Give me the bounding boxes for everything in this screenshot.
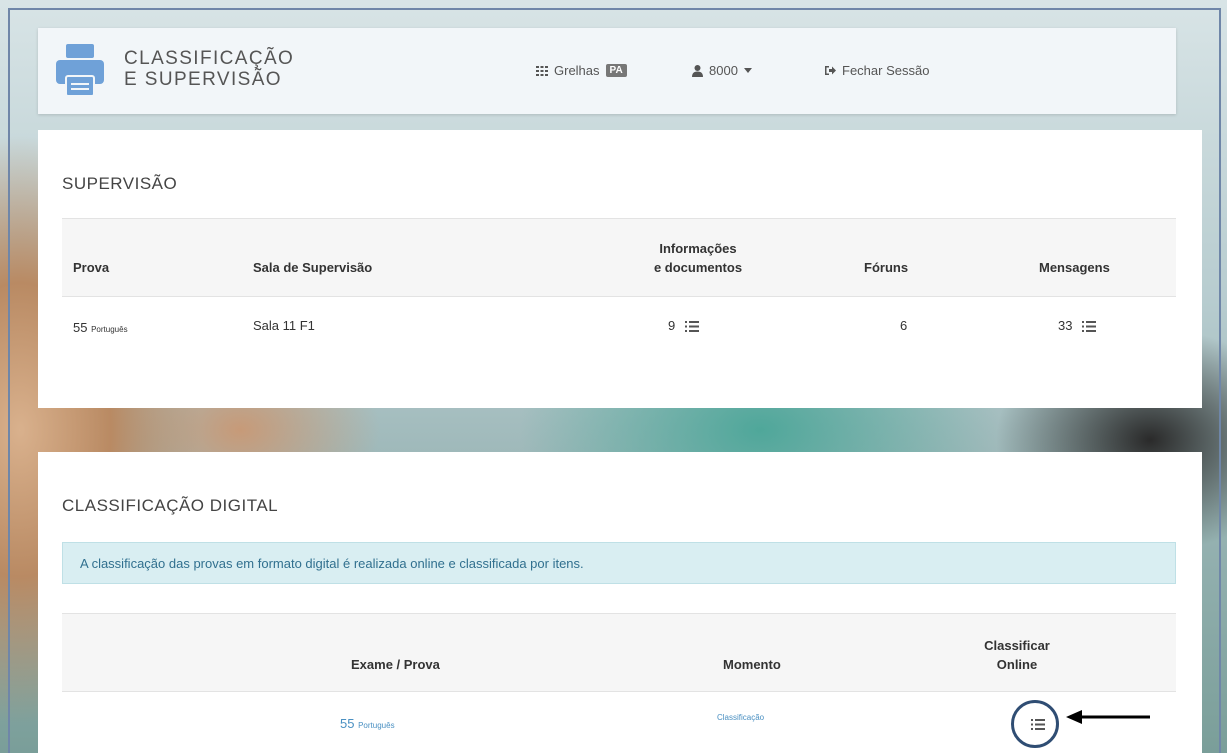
exame-name: Português	[358, 721, 395, 730]
mensagens-count: 33	[1058, 318, 1073, 333]
user-icon	[692, 64, 703, 77]
nav-logout-label: Fechar Sessão	[842, 63, 930, 78]
col-exame-prova: Exame / Prova	[351, 657, 440, 672]
nav-grelhas-label: Grelhas	[554, 63, 600, 78]
annotation-arrow-icon	[1066, 710, 1150, 724]
digital-title: CLASSIFICAÇÃO DIGITAL	[62, 496, 279, 515]
col-informacoes-line2: e documentos	[653, 260, 743, 275]
list-icon[interactable]	[1082, 321, 1097, 333]
supervisao-title: SUPERVISÃO	[62, 174, 178, 193]
info-count: 9	[668, 318, 676, 333]
row-foruns[interactable]: 6	[900, 318, 907, 333]
caret-down-icon	[743, 68, 752, 73]
row-prova: 55 Português	[73, 320, 128, 335]
supervisao-panel: SUPERVISÃO Prova Sala de Supervisão Info…	[38, 130, 1202, 408]
prova-code: 55	[73, 320, 88, 335]
col-prova: Prova	[73, 260, 110, 275]
supervisao-table-header	[62, 219, 1176, 297]
pa-badge: PA	[605, 64, 627, 77]
sign-out-icon	[825, 66, 836, 75]
momento-link[interactable]: Classificação	[717, 713, 764, 722]
col-informacoes-line1: Informações	[659, 241, 737, 256]
row-informacoes[interactable]: 9	[668, 318, 699, 333]
col-informacoes: Informações e documentos	[638, 239, 758, 277]
col-mensagens: Mensagens	[1039, 260, 1110, 275]
printer-logo-icon[interactable]	[54, 42, 106, 98]
col-classificar-online: Classificar Online	[978, 636, 1056, 674]
exame-link[interactable]: 55 Português	[340, 716, 395, 731]
divider	[62, 691, 1176, 692]
col-classificar-line1: Classificar	[984, 638, 1050, 653]
row-sala: Sala 11 F1	[253, 318, 315, 333]
col-momento: Momento	[723, 657, 781, 672]
top-navbar: CLASSIFICAÇÃO E SUPERVISÃO Grelhas PA 80…	[38, 28, 1176, 114]
divider	[62, 218, 1176, 219]
exame-code: 55	[340, 716, 355, 731]
col-foruns: Fóruns	[864, 260, 909, 275]
nav-grelhas[interactable]: Grelhas PA	[536, 63, 627, 78]
col-sala: Sala de Supervisão	[253, 260, 373, 275]
annotation-highlight-circle	[1011, 700, 1059, 748]
nav-user-dropdown[interactable]: 8000	[692, 63, 752, 78]
divider	[62, 613, 1176, 614]
nav-user-label: 8000	[709, 63, 738, 78]
divider	[62, 296, 1176, 297]
grid-icon	[536, 65, 548, 76]
info-alert: A classificação das provas em formato di…	[62, 542, 1176, 584]
nav-logout[interactable]: Fechar Sessão	[824, 63, 929, 78]
brand-line-1: CLASSIFICAÇÃO	[124, 48, 295, 69]
app-brand[interactable]: CLASSIFICAÇÃO E SUPERVISÃO	[124, 48, 294, 90]
col-classificar-line2: Online	[996, 657, 1038, 672]
prova-name: Português	[91, 325, 128, 334]
row-mensagens[interactable]: 33	[1058, 318, 1097, 333]
list-icon[interactable]	[684, 321, 699, 333]
brand-line-2: E SUPERVISÃO	[124, 69, 282, 90]
